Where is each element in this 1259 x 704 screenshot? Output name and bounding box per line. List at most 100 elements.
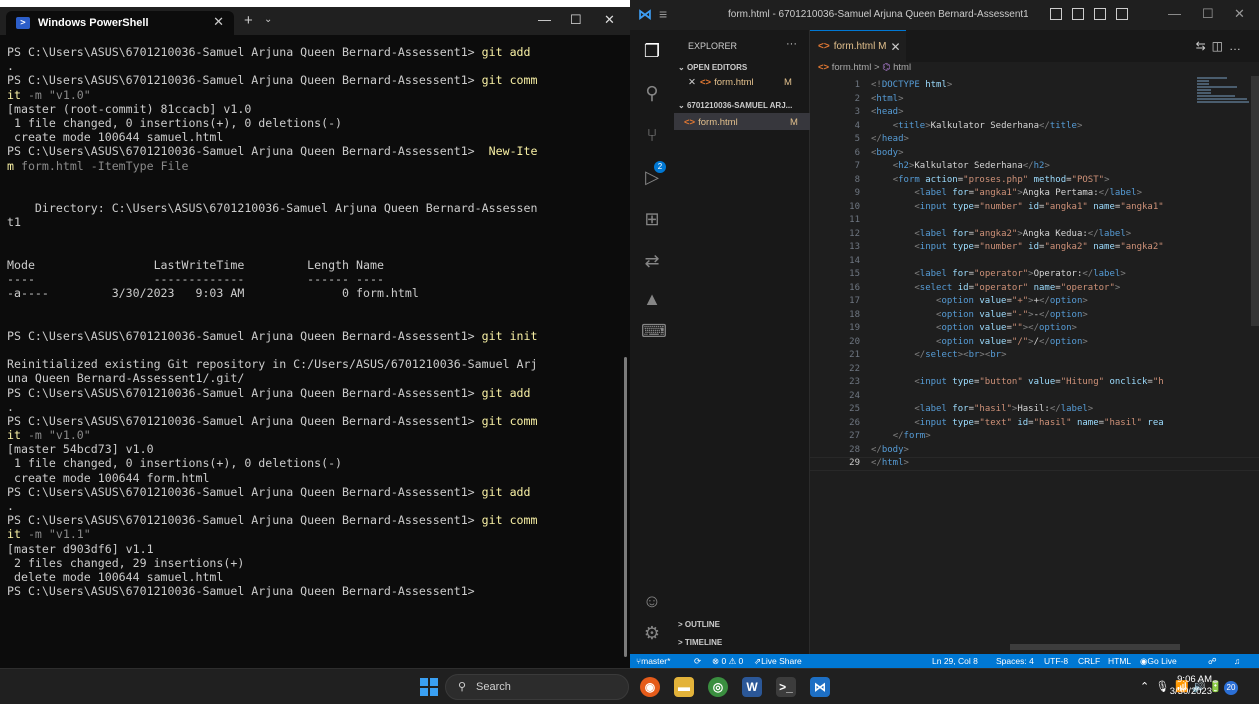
code-token: html: [881, 458, 904, 468]
menu-icon[interactable]: ≡: [659, 6, 667, 22]
code-token: option: [941, 336, 974, 347]
line-number: 18: [849, 309, 860, 320]
extensions-icon[interactable]: ⊞: [641, 208, 663, 230]
maximize-icon[interactable]: ☐: [570, 12, 582, 28]
account-icon[interactable]: ☺: [641, 590, 663, 612]
firefox-icon[interactable]: ◉: [640, 677, 660, 697]
close-icon[interactable]: ✕: [688, 77, 696, 88]
powershell-titlebar[interactable]: > Windows PowerShell ✕ + ⌄ — ☐ ✕: [0, 7, 630, 35]
explorer-icon[interactable]: ❐: [641, 40, 663, 62]
bell-icon[interactable]: ♫: [1234, 654, 1240, 668]
maximize-icon[interactable]: ☐: [1202, 6, 1214, 22]
code-token: "hasil": [1104, 417, 1142, 428]
powershell-window[interactable]: > Windows PowerShell ✕ + ⌄ — ☐ ✕ PS C:\U…: [0, 7, 630, 668]
timeline-section[interactable]: > TIMELINE: [678, 638, 808, 647]
close-tab-icon[interactable]: ✕: [213, 14, 224, 30]
code-token: "h: [1152, 377, 1164, 387]
customize-layout-icon[interactable]: [1116, 8, 1128, 20]
source-control-icon[interactable]: ⑂: [641, 124, 663, 146]
line-number: 7: [854, 161, 860, 171]
cursor-position[interactable]: Ln 29, Col 8: [932, 654, 978, 668]
notification-badge[interactable]: 20: [1224, 681, 1238, 695]
terminal-taskbar-icon[interactable]: >_: [776, 677, 796, 697]
code-token: Operator:: [1033, 269, 1083, 279]
minimap[interactable]: [1197, 76, 1253, 116]
terminal-command: git add: [481, 45, 531, 59]
vscode-titlebar[interactable]: ⋈ ≡ form.html - 6701210036-Samuel Arjuna…: [630, 0, 1259, 30]
more-actions-icon[interactable]: ···: [786, 38, 797, 50]
new-tab-icon[interactable]: +: [244, 12, 253, 29]
code-token: </: [871, 134, 882, 144]
file-tree-item[interactable]: <> form.html M: [684, 117, 798, 128]
code-token: type: [946, 377, 974, 387]
breadcrumb[interactable]: <> form.html > ⌬ html: [818, 62, 911, 76]
chevron-down-icon[interactable]: ⌄: [264, 14, 272, 25]
minimize-icon[interactable]: —: [1168, 6, 1181, 21]
close-icon[interactable]: ✕: [890, 40, 900, 54]
minimize-icon[interactable]: —: [538, 12, 551, 27]
code-token: select: [925, 350, 958, 360]
file-explorer-icon[interactable]: ▬: [674, 677, 694, 697]
go-live-status[interactable]: ◉ Go Live: [1140, 654, 1177, 668]
search-icon[interactable]: ⚲: [641, 82, 663, 104]
open-editors-section[interactable]: ⌄ OPEN EDITORS: [678, 63, 808, 72]
open-editor-item[interactable]: ✕ <> form.html M: [688, 77, 792, 88]
code-editor[interactable]: 1 2 3 4 5 6 7 8 9 10 11 12 13 14 15 16 17 18 19 20 21 22 23 24 2…: [810, 76, 1259, 654]
breadcrumb-file[interactable]: form.html: [832, 62, 872, 73]
toggle-secondary-sidebar-icon[interactable]: [1094, 8, 1106, 20]
live-share-status[interactable]: ⇗ Live Share: [754, 654, 802, 668]
gear-icon[interactable]: ⚙: [641, 622, 663, 644]
line-endings[interactable]: CRLF: [1078, 654, 1100, 668]
terminal-icon[interactable]: ⌨: [641, 320, 667, 342]
close-window-icon[interactable]: ✕: [1234, 6, 1245, 22]
line-number: 16: [849, 282, 860, 293]
language-mode[interactable]: HTML: [1108, 654, 1131, 668]
close-window-icon[interactable]: ✕: [604, 12, 615, 28]
code-token: "number": [979, 242, 1023, 252]
azure-icon[interactable]: ▲: [641, 288, 663, 310]
toggle-panel-icon[interactable]: [1072, 8, 1084, 20]
word-icon[interactable]: W: [742, 677, 762, 697]
terminal-text: -a---- 3/30/2023 9:03 AM 0 form.html: [7, 286, 419, 301]
status-bar: ⑂ master* ⟳ ⊗ 0 ⚠ 0 ⇗ Live Share Ln 29, …: [630, 654, 1259, 668]
clock[interactable]: 9:06 AM 3/30/2023: [1160, 674, 1212, 698]
line-number: 22: [849, 363, 860, 374]
vscode-window[interactable]: ⋈ ≡ form.html - 6701210036-Samuel Arjuna…: [630, 0, 1259, 668]
folder-section[interactable]: ⌄ 6701210036-SAMUEL ARJ...: [678, 101, 808, 110]
vscode-taskbar-icon[interactable]: ⋈: [810, 677, 830, 697]
terminal-scrollbar[interactable]: [624, 357, 627, 657]
accounts-status-icon[interactable]: ☍: [1208, 654, 1217, 668]
code-token: br: [990, 350, 1002, 360]
terminal-argument: -m "v1.0": [20, 87, 91, 102]
branch-status[interactable]: ⑂ master*: [636, 654, 670, 668]
terminal-output[interactable]: PS C:\Users\ASUS\6701210036-Samuel Arjun…: [7, 45, 622, 598]
powershell-tab[interactable]: > Windows PowerShell ✕: [6, 11, 234, 35]
horizontal-scrollbar[interactable]: [1010, 644, 1180, 650]
windows-start-icon[interactable]: [420, 678, 438, 696]
editor-scrollbar[interactable]: [1251, 76, 1259, 326]
outline-section[interactable]: > OUTLINE: [678, 620, 808, 629]
selected-file-row[interactable]: <> form.html M: [674, 113, 810, 130]
indentation[interactable]: Spaces: 4: [996, 654, 1034, 668]
tab-form-html[interactable]: <> form.html M ✕: [810, 30, 906, 62]
chrome-icon[interactable]: ◎: [708, 677, 728, 697]
encoding[interactable]: UTF-8: [1044, 654, 1068, 668]
terminal-line: PS C:\Users\ASUS\6701210036-Samuel Arjun…: [7, 329, 622, 343]
sync-icon[interactable]: ⟳: [694, 654, 701, 668]
terminal-text: PS C:\Users\ASUS\6701210036-Samuel Arjun…: [7, 413, 482, 428]
toggle-sidebar-icon[interactable]: [1050, 8, 1062, 20]
code-line: </html>: [871, 457, 1251, 471]
remote-explorer-icon[interactable]: ⇄: [641, 250, 663, 272]
code-line: <input type="number" id="angka2" name="a…: [871, 241, 1251, 255]
code-token: "text": [979, 417, 1012, 428]
taskbar-search[interactable]: ⚲ Search: [445, 674, 629, 700]
editor-actions-icon[interactable]: ⇆◫…: [1196, 39, 1247, 53]
code-content[interactable]: <!DOCTYPE html> <html> <head> <title>Kalku…: [871, 79, 1251, 471]
breadcrumb-node[interactable]: html: [893, 62, 911, 73]
run-debug-icon[interactable]: ▷: [641, 166, 663, 188]
problems-status[interactable]: ⊗ 0 ⚠ 0: [712, 654, 743, 668]
